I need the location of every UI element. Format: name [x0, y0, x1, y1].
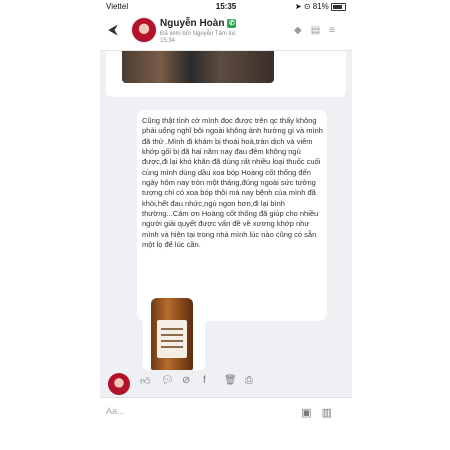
avatar[interactable]: [131, 17, 157, 43]
chat-icon[interactable]: ▥: [322, 407, 342, 419]
note-icon[interactable]: ▤: [311, 25, 329, 36]
product-photo[interactable]: [143, 298, 205, 370]
chat-area[interactable]: Cũng thật tình cờ mình đọc được trên qc …: [100, 51, 352, 397]
location-icon: ➤: [294, 2, 302, 11]
contact-name-text: Nguyễn Hoàn: [160, 18, 225, 29]
message-input-bar: Aa... ▣▥: [100, 397, 352, 450]
chat-header: ⮜ Nguyễn Hoàn ✆ Đã xem bởi Nguyễn Tâm lúc…: [100, 14, 352, 51]
comment-icon[interactable]: 💬︎: [161, 375, 174, 386]
print-icon[interactable]: ⎙: [245, 375, 253, 386]
tag-icon[interactable]: ◆: [294, 25, 311, 36]
image-icon[interactable]: ▣: [301, 407, 321, 419]
phone-screen: Viettel 15:35 ➤ ⊙ 81% ⮜ Nguyễn Hoàn ✆ Đã …: [100, 0, 352, 450]
menu-icon[interactable]: ≡: [329, 25, 344, 36]
previous-message-card: [106, 51, 346, 97]
facebook-icon[interactable]: f: [203, 375, 206, 386]
call-icon[interactable]: ✆: [227, 19, 237, 28]
bottle-label: [157, 320, 187, 358]
sender-avatar[interactable]: [108, 373, 130, 395]
status-right: ➤ ⊙ 81%: [295, 2, 346, 11]
back-arrow-icon[interactable]: ⮜: [108, 21, 118, 38]
message-input[interactable]: Aa...: [106, 406, 125, 416]
seen-status: Đã xem bởi Nguyễn Tâm lúc 15:34: [160, 31, 237, 44]
previous-message-image[interactable]: [122, 51, 274, 83]
battery-label: 81%: [312, 2, 329, 11]
status-bar: Viettel 15:35 ➤ ⊙ 81%: [100, 0, 352, 14]
contact-name: Nguyễn Hoàn ✆: [160, 18, 237, 29]
trash-icon[interactable]: 🗑︎: [224, 375, 237, 386]
alarm-icon: ⊙: [303, 2, 311, 11]
battery-icon: [331, 2, 346, 11]
message-actions: 👍︎ 💬︎ ⊘ f 🗑︎ ⎙: [140, 375, 264, 391]
header-icons: ◆▤≡: [294, 25, 344, 36]
hide-icon[interactable]: ⊘: [182, 375, 190, 386]
input-icons: ▣▥: [301, 406, 342, 419]
message-bubble[interactable]: Cũng thật tình cờ mình đọc được trên qc …: [137, 110, 327, 370]
like-icon[interactable]: 👍︎: [140, 375, 150, 387]
message-text: Cũng thật tình cờ mình đọc được trên qc …: [142, 116, 323, 250]
